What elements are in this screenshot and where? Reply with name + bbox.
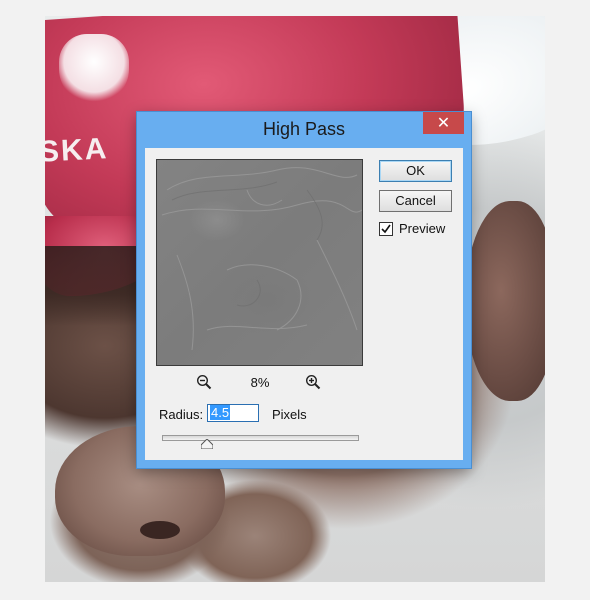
ear: [465, 201, 545, 401]
radius-slider-thumb[interactable]: [201, 439, 214, 449]
zoom-controls: 8%: [156, 374, 361, 392]
checkmark-icon: [381, 224, 391, 233]
cancel-button[interactable]: Cancel: [379, 190, 452, 212]
ok-button[interactable]: OK: [379, 160, 452, 182]
zoom-out-icon[interactable]: [196, 374, 212, 390]
zoom-level: 8%: [250, 375, 270, 390]
dialog-titlebar[interactable]: High Pass ✕: [137, 112, 471, 148]
preview-checkbox[interactable]: Preview: [379, 221, 445, 236]
radius-slider-track[interactable]: [162, 435, 359, 441]
nostril: [140, 521, 180, 539]
filter-preview[interactable]: [156, 159, 363, 366]
eagle-emblem: [59, 34, 129, 104]
preview-texture: [161, 167, 362, 351]
hat-text: SKA: [45, 132, 110, 169]
high-pass-dialog: High Pass ✕ OK Cancel Preview 8% Radius:…: [137, 112, 471, 468]
radius-unit: Pixels: [272, 407, 307, 422]
dialog-title: High Pass: [262, 119, 346, 139]
close-button[interactable]: ✕: [423, 112, 464, 134]
close-icon: ✕: [436, 115, 451, 132]
radius-row: Radius: 4.5 Pixels: [159, 404, 359, 426]
zoom-in-icon[interactable]: [305, 374, 321, 390]
preview-label: Preview: [399, 221, 446, 236]
radius-label: Radius:: [159, 407, 204, 422]
dialog-body: OK Cancel Preview 8% Radius: 4.5 Pixels: [145, 148, 463, 460]
checkbox-box[interactable]: [379, 221, 393, 236]
radius-input[interactable]: 4.5: [207, 404, 259, 422]
radius-value: 4.5: [210, 405, 231, 420]
